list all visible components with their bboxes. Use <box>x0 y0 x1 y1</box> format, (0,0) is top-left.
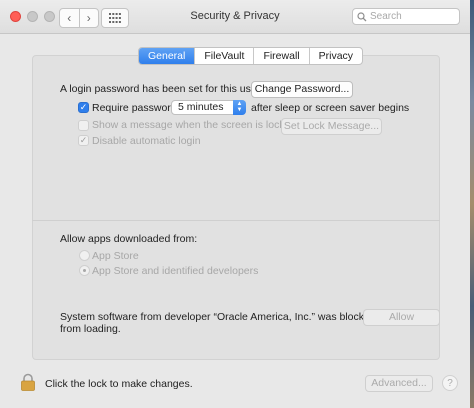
radio-identified-developers-label: App Store and identified developers <box>92 265 259 277</box>
allow-apps-heading: Allow apps downloaded from: <box>60 233 198 245</box>
require-password-checkbox[interactable]: ✓ <box>78 102 89 113</box>
forward-button[interactable]: › <box>78 9 99 27</box>
radio-app-store-label: App Store <box>92 250 139 262</box>
allow-button[interactable]: Allow <box>363 309 440 326</box>
tab-firewall[interactable]: Firewall <box>253 48 308 64</box>
login-password-text: A login password has been set for this u… <box>60 83 261 95</box>
help-button[interactable]: ? <box>442 375 458 391</box>
minimize-window-button[interactable] <box>27 11 38 22</box>
require-password-label: Require password <box>92 102 177 114</box>
change-password-button[interactable]: Change Password... <box>251 81 353 98</box>
advanced-button[interactable]: Advanced... <box>365 375 433 392</box>
tab-filevault[interactable]: FileVault <box>194 48 253 64</box>
close-window-button[interactable] <box>10 11 21 22</box>
show-message-checkbox[interactable] <box>78 120 89 131</box>
interval-value: 5 minutes <box>178 101 224 113</box>
show-message-label: Show a message when the screen is locked <box>92 119 297 131</box>
grid-icon <box>109 13 121 23</box>
back-button[interactable]: ‹ <box>60 9 79 27</box>
search-icon <box>357 11 367 21</box>
disable-auto-login-label: Disable automatic login <box>92 135 201 147</box>
title-bar: ‹ › Security & Privacy <box>0 0 470 34</box>
chevron-left-icon: ‹ <box>67 11 72 25</box>
search-field[interactable] <box>352 8 460 25</box>
blocked-message-line2: from loading. <box>60 323 121 335</box>
blocked-message-line1: System software from developer “Oracle A… <box>60 311 376 323</box>
radio-identified-developers[interactable] <box>79 265 90 276</box>
back-forward-group: ‹ › <box>59 8 99 28</box>
updown-arrows-icon: ▲ ▼ <box>233 100 246 115</box>
after-sleep-text: after sleep or screen saver begins <box>251 102 410 114</box>
desktop-background <box>470 0 474 408</box>
set-lock-message-button[interactable]: Set Lock Message... <box>281 118 382 135</box>
preferences-window: ‹ › Security & Privacy General FileVaul <box>0 0 470 408</box>
lock-message: Click the lock to make changes. <box>45 378 193 390</box>
show-all-button[interactable] <box>101 8 129 28</box>
radio-app-store[interactable] <box>79 250 90 261</box>
disable-auto-login-checkbox[interactable]: ✓ <box>78 135 89 146</box>
tab-privacy[interactable]: Privacy <box>308 48 362 64</box>
require-password-interval-select[interactable]: 5 minutes ▲ ▼ <box>171 100 246 115</box>
help-icon: ? <box>447 378 453 389</box>
zoom-window-button[interactable] <box>44 11 55 22</box>
tab-bar: General FileVault Firewall Privacy <box>138 47 364 65</box>
section-divider <box>32 220 440 221</box>
tab-general[interactable]: General <box>139 48 195 64</box>
search-input[interactable] <box>367 11 450 22</box>
lock-icon <box>21 373 35 391</box>
lock-button[interactable] <box>19 373 37 391</box>
chevron-right-icon: › <box>86 11 91 25</box>
